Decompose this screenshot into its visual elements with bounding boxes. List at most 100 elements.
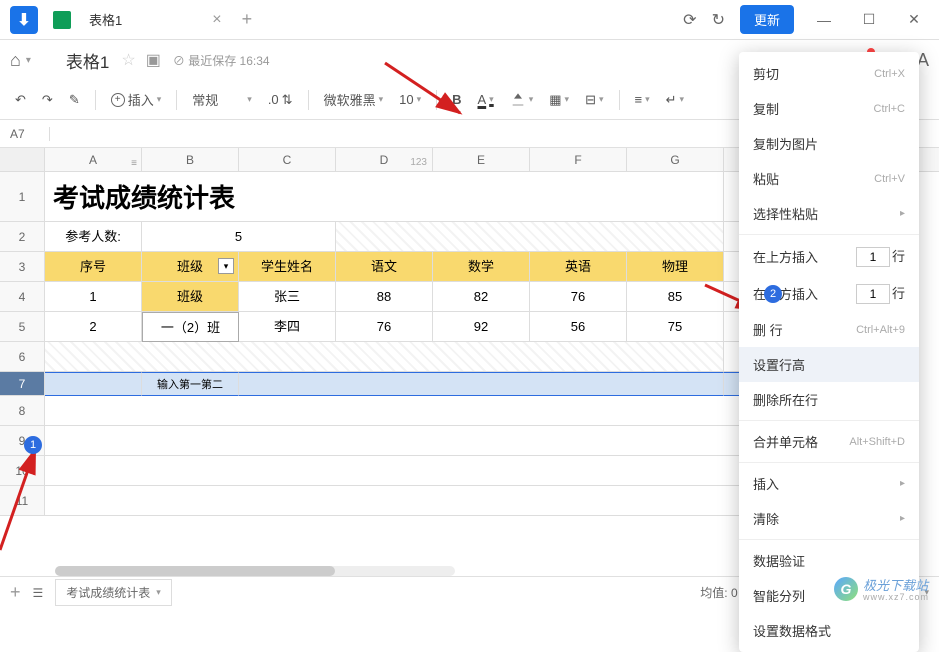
- insert-below-count-input[interactable]: [856, 284, 890, 304]
- ctx-merge-cells[interactable]: 合并单元格Alt+Shift+D: [739, 424, 919, 459]
- cell[interactable]: 5: [142, 222, 336, 252]
- sheets-menu-icon[interactable]: ☰: [33, 586, 44, 600]
- row-header-10[interactable]: 10: [0, 456, 45, 486]
- cell[interactable]: 82: [433, 282, 530, 312]
- merge-button[interactable]: ⊟ ▾: [580, 89, 608, 111]
- cell[interactable]: [45, 396, 784, 426]
- sheet-tab-dropdown-icon[interactable]: ▾: [156, 587, 161, 598]
- folder-move-icon[interactable]: ▣: [146, 50, 161, 70]
- cell[interactable]: 班级: [142, 282, 239, 312]
- cell[interactable]: [45, 456, 784, 486]
- home-dropdown-icon[interactable]: ▾: [26, 55, 31, 66]
- insert-above-count-input[interactable]: [856, 247, 890, 267]
- cell[interactable]: 物理: [627, 252, 724, 282]
- sheet-tab[interactable]: 考试成绩统计表 ▾: [55, 579, 172, 606]
- ctx-insert-submenu[interactable]: 插入▸: [739, 466, 919, 501]
- font-size-select[interactable]: 10 ▾: [394, 89, 426, 110]
- cell-reference-input[interactable]: A7: [0, 127, 50, 141]
- decimal-format-button[interactable]: .0 ⇅: [263, 89, 298, 111]
- filter-button-icon[interactable]: ▾: [218, 258, 234, 274]
- row-header-5[interactable]: 5: [0, 312, 45, 342]
- column-header-f[interactable]: F: [530, 148, 627, 171]
- column-header-g[interactable]: G: [627, 148, 724, 171]
- ctx-insert-above[interactable]: 在上方插入行: [739, 238, 919, 275]
- row-header-11[interactable]: 11: [0, 486, 45, 516]
- cell[interactable]: 数学: [433, 252, 530, 282]
- row-header-3[interactable]: 3: [0, 252, 45, 282]
- ctx-clear[interactable]: 清除▸: [739, 501, 919, 536]
- cell[interactable]: 75: [627, 312, 724, 342]
- refresh-icon[interactable]: ↻: [712, 10, 725, 30]
- star-icon[interactable]: ☆: [121, 50, 135, 70]
- cell[interactable]: 85: [627, 282, 724, 312]
- maximize-button[interactable]: ☐: [854, 11, 884, 28]
- insert-button[interactable]: + 插入 ▾: [106, 87, 167, 112]
- document-title[interactable]: 表格1: [66, 48, 109, 73]
- ctx-copy-as-image[interactable]: 复制为图片: [739, 126, 919, 161]
- row-header-7[interactable]: 7: [0, 372, 45, 396]
- column-header-b[interactable]: B: [142, 148, 239, 171]
- column-header-c[interactable]: C: [239, 148, 336, 171]
- horizontal-scrollbar[interactable]: [55, 566, 455, 576]
- fill-color-button[interactable]: ▾: [505, 89, 539, 111]
- new-tab-icon[interactable]: +: [242, 9, 253, 30]
- cell-class-header[interactable]: 班级▾: [142, 252, 239, 282]
- font-family-select[interactable]: 微软雅黑 ▾: [319, 87, 389, 112]
- column-header-a[interactable]: A≡: [45, 148, 142, 171]
- select-all-corner[interactable]: [0, 148, 45, 171]
- column-header-e[interactable]: E: [433, 148, 530, 171]
- bold-button[interactable]: B: [447, 89, 466, 110]
- number-format-select[interactable]: 常规 ▾: [187, 87, 257, 112]
- row-header-2[interactable]: 2: [0, 222, 45, 252]
- cell[interactable]: 学生姓名: [239, 252, 336, 282]
- row-header-6[interactable]: 6: [0, 342, 45, 372]
- wrap-button[interactable]: ↵ ▾: [661, 89, 689, 111]
- ctx-cut[interactable]: 剪切Ctrl+X: [739, 56, 919, 91]
- row-header-4[interactable]: 4: [0, 282, 45, 312]
- sync-icon[interactable]: ⟳: [683, 10, 696, 30]
- row-header-1[interactable]: 1: [0, 172, 45, 222]
- cell[interactable]: [336, 222, 724, 252]
- cell[interactable]: [45, 372, 142, 396]
- cell[interactable]: 76: [530, 282, 627, 312]
- document-tab[interactable]: 表格1: [79, 10, 132, 29]
- ctx-data-validation[interactable]: 数据验证: [739, 543, 919, 578]
- cell[interactable]: 一（2）班: [142, 312, 239, 342]
- cell[interactable]: [45, 486, 784, 516]
- cell[interactable]: 李四: [239, 312, 336, 342]
- home-icon[interactable]: ⌂: [10, 50, 21, 71]
- cell[interactable]: 张三: [239, 282, 336, 312]
- ctx-copy[interactable]: 复制Ctrl+C: [739, 91, 919, 126]
- ctx-paste[interactable]: 粘贴Ctrl+V: [739, 161, 919, 196]
- undo-button[interactable]: ↶: [10, 89, 31, 111]
- ctx-paste-special[interactable]: 选择性粘贴▸: [739, 196, 919, 231]
- cell[interactable]: 序号: [45, 252, 142, 282]
- minimize-button[interactable]: —: [809, 12, 839, 28]
- zoom-dropdown-icon[interactable]: ▾: [924, 587, 929, 598]
- cell[interactable]: 语文: [336, 252, 433, 282]
- align-button[interactable]: ≡ ▾: [630, 89, 655, 110]
- cell[interactable]: [45, 426, 784, 456]
- cell[interactable]: 2: [45, 312, 142, 342]
- font-color-button[interactable]: A ▾: [473, 89, 499, 110]
- add-sheet-button[interactable]: +: [10, 582, 21, 603]
- ctx-set-row-height[interactable]: 设置行高: [739, 347, 919, 382]
- close-window-button[interactable]: ✕: [899, 11, 929, 28]
- close-tab-icon[interactable]: ×: [212, 11, 221, 29]
- borders-button[interactable]: ▦ ▾: [544, 89, 574, 111]
- redo-button[interactable]: ↷: [37, 89, 58, 111]
- row-header-8[interactable]: 8: [0, 396, 45, 426]
- cell[interactable]: 92: [433, 312, 530, 342]
- column-header-d[interactable]: D123: [336, 148, 433, 171]
- cell[interactable]: 1: [45, 282, 142, 312]
- cell[interactable]: 英语: [530, 252, 627, 282]
- cell[interactable]: 输入第一第二: [142, 372, 239, 396]
- cell[interactable]: 88: [336, 282, 433, 312]
- ctx-delete-rows-at[interactable]: 删除所在行: [739, 382, 919, 417]
- update-button[interactable]: 更新: [740, 5, 794, 34]
- ctx-set-data-format[interactable]: 设置数据格式: [739, 613, 919, 648]
- title-cell[interactable]: 考试成绩统计表: [45, 172, 724, 222]
- ctx-delete-row[interactable]: 删 行Ctrl+Alt+9: [739, 312, 919, 347]
- cell[interactable]: 参考人数:: [45, 222, 142, 252]
- cell[interactable]: 56: [530, 312, 627, 342]
